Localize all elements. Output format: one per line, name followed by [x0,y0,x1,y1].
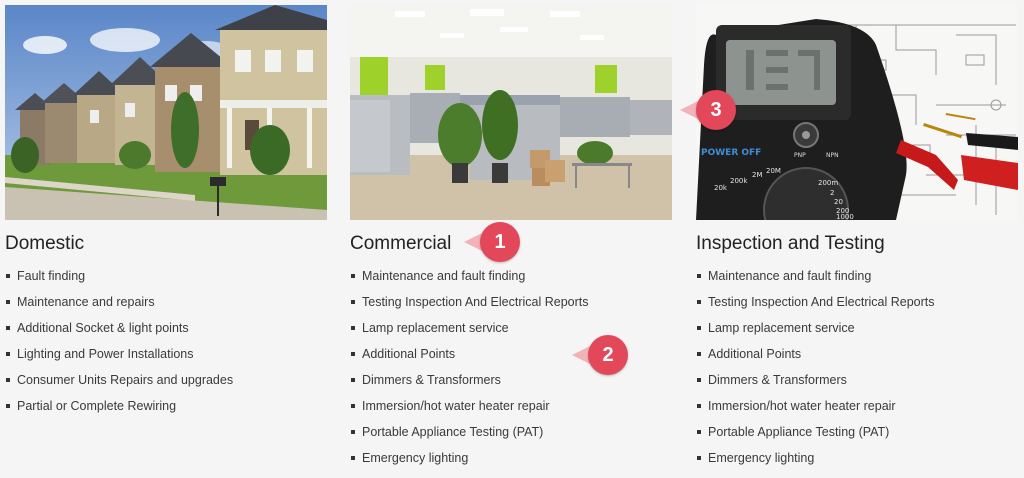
range-label: 200k [730,177,748,185]
column-title: Inspection and Testing [696,233,885,254]
list-item: Maintenance and fault finding [696,263,1018,289]
service-column-inspection: POWER OFF PNP NPN 20k 200k 2M 20M 200m 2… [696,5,1018,471]
list-item: Portable Appliance Testing (PAT) [696,419,1018,445]
service-list: Maintenance and fault finding Testing In… [696,263,1018,471]
suburban-houses-photo [5,5,327,220]
list-item: Consumer Units Repairs and upgrades [5,367,327,393]
list-item: Additional Socket & light points [5,315,327,341]
list-item: Maintenance and repairs [5,289,327,315]
service-list: Fault finding Maintenance and repairs Ad… [5,263,327,419]
list-item: Fault finding [5,263,327,289]
list-item: Immersion/hot water heater repair [350,393,672,419]
power-off-label: POWER OFF [701,148,761,158]
list-item: Additional Points [696,341,1018,367]
list-item: Emergency lighting [350,445,672,471]
list-item: Immersion/hot water heater repair [696,393,1018,419]
multimeter-photo: POWER OFF PNP NPN 20k 200k 2M 20M 200m 2… [696,5,1018,220]
list-item: Dimmers & Transformers [696,367,1018,393]
range-label: 200m [818,179,838,187]
range-label: 2 [830,189,834,197]
range-label: 1000 [836,213,854,220]
column-title: Domestic [5,233,85,254]
callout-marker-1: 1 [464,222,524,262]
range-label: 20 [834,198,843,206]
callout-number: 2 [588,335,628,375]
list-item: Emergency lighting [696,445,1018,471]
list-item: Testing Inspection And Electrical Report… [350,289,672,315]
range-label: 20M [766,167,781,175]
callout-marker-2: 2 [572,335,632,375]
range-label: 20k [714,184,728,192]
service-column-domestic: Domestic Fault finding Maintenance and r… [5,5,327,419]
pnp-label: PNP [794,152,806,159]
list-item: Maintenance and fault finding [350,263,672,289]
callout-number: 3 [696,90,736,130]
range-label: 2M [752,171,763,179]
callout-number: 1 [480,222,520,262]
list-item: Lamp replacement service [696,315,1018,341]
callout-marker-3: 3 [680,90,740,130]
npn-label: NPN [826,152,839,159]
list-item: Lighting and Power Installations [5,341,327,367]
office-interior-photo [350,5,672,220]
list-item: Portable Appliance Testing (PAT) [350,419,672,445]
list-item: Testing Inspection And Electrical Report… [696,289,1018,315]
list-item: Partial or Complete Rewiring [5,393,327,419]
